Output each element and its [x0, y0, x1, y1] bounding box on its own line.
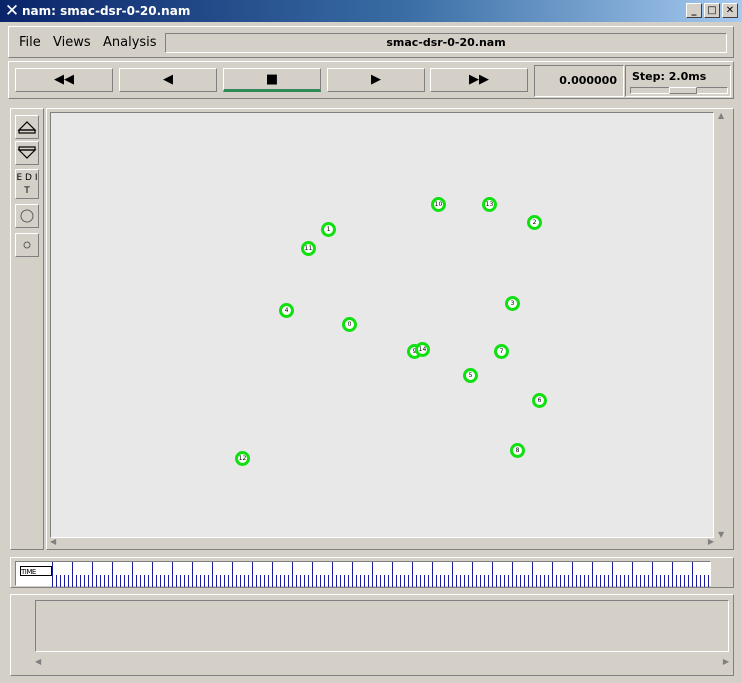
x-logo-icon: ✕ — [4, 1, 20, 21]
nam-window: ✕ nam: smac-dsr-0-20.nam _ □ ✕ File View… — [0, 0, 742, 683]
node-14[interactable]: 14 — [415, 342, 430, 357]
filename-display: smac-dsr-0-20.nam — [165, 33, 727, 53]
zoom-out-tool[interactable] — [15, 141, 39, 165]
node-0[interactable]: 0 — [342, 317, 357, 332]
node-tool-small[interactable] — [15, 233, 39, 257]
menu-bar: File Views Analysis smac-dsr-0-20.nam — [8, 26, 734, 58]
node-3[interactable]: 3 — [505, 296, 520, 311]
canvas-horizontal-scrollbar[interactable]: ◀ ▶ — [50, 537, 714, 547]
window-controls: _ □ ✕ — [686, 3, 738, 18]
transport-bar: ◀◀ ◀ ■ ▶ ▶▶ 0.000000 Step: 2.0ms — [8, 61, 734, 99]
rewind-button[interactable]: ◀◀ — [15, 68, 113, 92]
scroll-right-icon[interactable]: ▶ — [708, 537, 714, 546]
annotation-area[interactable] — [35, 600, 729, 652]
step-control: Step: 2.0ms — [625, 65, 731, 97]
node-8[interactable]: 8 — [510, 443, 525, 458]
zoom-out-icon — [17, 146, 37, 159]
timeline-track[interactable]: TIME — [15, 561, 712, 587]
circle-large-icon — [20, 209, 34, 223]
node-6[interactable]: 6 — [532, 393, 547, 408]
minimize-button[interactable]: _ — [686, 3, 702, 18]
window-title: nam: smac-dsr-0-20.nam — [22, 4, 191, 18]
network-canvas[interactable]: 01234567891011121314 — [50, 112, 714, 538]
node-2[interactable]: 2 — [527, 215, 542, 230]
node-13[interactable]: 13 — [482, 197, 497, 212]
maximize-button[interactable]: □ — [704, 3, 720, 18]
node-tool-large[interactable] — [15, 204, 39, 228]
circle-small-icon — [23, 241, 31, 249]
bottom-scroll-right-icon[interactable]: ▶ — [723, 657, 729, 666]
zoom-in-tool[interactable] — [15, 115, 39, 139]
node-1[interactable]: 1 — [321, 222, 336, 237]
node-11[interactable]: 11 — [301, 241, 316, 256]
canvas-frame: 01234567891011121314 ▲ ▼ ◀ ▶ — [46, 108, 734, 550]
menu-views[interactable]: Views — [53, 35, 91, 50]
node-12[interactable]: 12 — [235, 451, 250, 466]
canvas-vertical-scrollbar[interactable]: ▲ ▼ — [717, 111, 729, 539]
edit-tool[interactable]: E D I T — [15, 169, 39, 199]
scroll-left-icon[interactable]: ◀ — [50, 537, 56, 546]
stop-button[interactable]: ■ — [223, 68, 321, 92]
bottom-scroll-left-icon[interactable]: ◀ — [35, 657, 41, 666]
title-bar[interactable]: ✕ nam: smac-dsr-0-20.nam _ □ ✕ — [0, 0, 742, 22]
close-button[interactable]: ✕ — [722, 3, 738, 18]
step-slider-thumb[interactable] — [669, 87, 697, 94]
bottom-horizontal-scrollbar[interactable]: ◀ ▶ — [35, 657, 729, 667]
timeline-ticks — [52, 562, 712, 587]
scroll-down-icon[interactable]: ▼ — [718, 530, 724, 539]
time-display: 0.000000 — [534, 65, 624, 97]
timeline-label: TIME — [20, 566, 52, 576]
play-button[interactable]: ▶ — [327, 68, 425, 92]
step-label: Step: 2.0ms — [632, 70, 707, 83]
node-4[interactable]: 4 — [279, 303, 294, 318]
node-7[interactable]: 7 — [494, 344, 509, 359]
bottom-vertical-scrollbar[interactable] — [17, 600, 29, 666]
menu-analysis[interactable]: Analysis — [103, 35, 157, 50]
bottom-panel: ◀ ▶ — [10, 594, 734, 676]
tool-panel: E D I T — [10, 108, 44, 550]
node-10[interactable]: 10 — [431, 197, 446, 212]
step-back-button[interactable]: ◀ — [119, 68, 217, 92]
node-5[interactable]: 5 — [463, 368, 478, 383]
fast-forward-button[interactable]: ▶▶ — [430, 68, 528, 92]
zoom-in-icon — [17, 121, 37, 134]
menu-file[interactable]: File — [19, 35, 41, 50]
timeline-bar: TIME — [10, 557, 734, 588]
step-slider[interactable] — [630, 87, 728, 94]
scroll-up-icon[interactable]: ▲ — [718, 111, 724, 120]
